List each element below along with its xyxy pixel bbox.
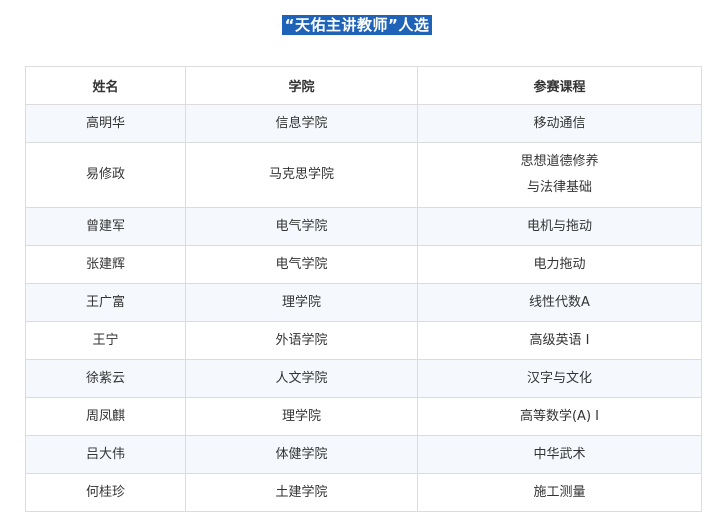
cell-name: 高明华 bbox=[25, 104, 186, 143]
table-row: 何桂珍 土建学院 施工测量 bbox=[25, 473, 702, 512]
cell-course: 移动通信 bbox=[417, 104, 702, 143]
course-line: 高等数学(A) I bbox=[519, 408, 599, 424]
course-line: 思想道德修养 bbox=[520, 154, 599, 169]
cell-name: 张建辉 bbox=[25, 245, 186, 284]
cell-college: 马克思学院 bbox=[185, 142, 418, 208]
table-row: 王宁 外语学院 高级英语 I bbox=[25, 321, 702, 360]
cell-college: 人文学院 bbox=[185, 359, 418, 398]
course-line: 汉字与文化 bbox=[526, 370, 592, 386]
cell-name: 易修政 bbox=[25, 142, 186, 208]
table-row: 徐紫云 人文学院 汉字与文化 bbox=[25, 359, 702, 398]
course-line: 移动通信 bbox=[533, 115, 586, 131]
table-row: 易修政 马克思学院 思想道德修养 与法律基础 bbox=[25, 142, 702, 208]
table-row: 吕大伟 体健学院 中华武术 bbox=[25, 435, 702, 474]
cell-college: 信息学院 bbox=[185, 104, 418, 143]
cell-name: 徐紫云 bbox=[25, 359, 186, 398]
teacher-table: 姓名 学院 参赛课程 高明华 信息学院 移动通信 易修政 马克思学院 思想道德修养 与法律基… bbox=[25, 66, 702, 512]
cell-college: 理学院 bbox=[185, 397, 418, 436]
course-line: 与法律基础 bbox=[526, 180, 592, 195]
cell-name: 王广富 bbox=[25, 283, 186, 322]
table-row: 周凤麒 理学院 高等数学(A) I bbox=[25, 397, 702, 436]
cell-name: 曾建军 bbox=[25, 207, 186, 246]
table-row: 张建辉 电气学院 电力拖动 bbox=[25, 245, 702, 284]
cell-course: 电力拖动 bbox=[417, 245, 702, 284]
cell-college: 理学院 bbox=[185, 283, 418, 322]
course-line: 线性代数A bbox=[529, 294, 590, 310]
table-body: 高明华 信息学院 移动通信 易修政 马克思学院 思想道德修养 与法律基础 曾建军 电气学院 电机与… bbox=[25, 104, 702, 512]
header-course: 参赛课程 bbox=[417, 66, 702, 105]
course-line: 电机与拖动 bbox=[526, 218, 592, 234]
cell-name: 何桂珍 bbox=[25, 473, 186, 512]
cell-course: 线性代数A bbox=[417, 283, 702, 322]
cell-name: 吕大伟 bbox=[25, 435, 186, 474]
course-line: 电力拖动 bbox=[533, 256, 586, 272]
cell-course: 汉字与文化 bbox=[417, 359, 702, 398]
cell-college: 体健学院 bbox=[185, 435, 418, 474]
cell-course: 中华武术 bbox=[417, 435, 702, 474]
table-row: 高明华 信息学院 移动通信 bbox=[25, 104, 702, 143]
header-college: 学院 bbox=[185, 66, 418, 105]
cell-course: 高等数学(A) I bbox=[417, 397, 702, 436]
course-line: 中华武术 bbox=[533, 446, 586, 462]
course-line: 高级英语 I bbox=[529, 332, 590, 348]
header-name: 姓名 bbox=[25, 66, 186, 105]
cell-course: 电机与拖动 bbox=[417, 207, 702, 246]
cell-name: 周凤麒 bbox=[25, 397, 186, 436]
table-header-row: 姓名 学院 参赛课程 bbox=[25, 66, 702, 105]
cell-course: 高级英语 I bbox=[417, 321, 702, 360]
table-row: 曾建军 电气学院 电机与拖动 bbox=[25, 207, 702, 246]
cell-name: 王宁 bbox=[25, 321, 186, 360]
cell-college: 外语学院 bbox=[185, 321, 418, 360]
title-wrap: “天佑主讲教师”人选 bbox=[0, 15, 714, 35]
cell-course: 思想道德修养 与法律基础 bbox=[417, 142, 702, 208]
cell-college: 电气学院 bbox=[185, 245, 418, 284]
course-line: 施工测量 bbox=[533, 484, 586, 500]
cell-course: 施工测量 bbox=[417, 473, 702, 512]
page-title: “天佑主讲教师”人选 bbox=[281, 15, 433, 35]
cell-college: 电气学院 bbox=[185, 207, 418, 246]
table-row: 王广富 理学院 线性代数A bbox=[25, 283, 702, 322]
cell-college: 土建学院 bbox=[185, 473, 418, 512]
